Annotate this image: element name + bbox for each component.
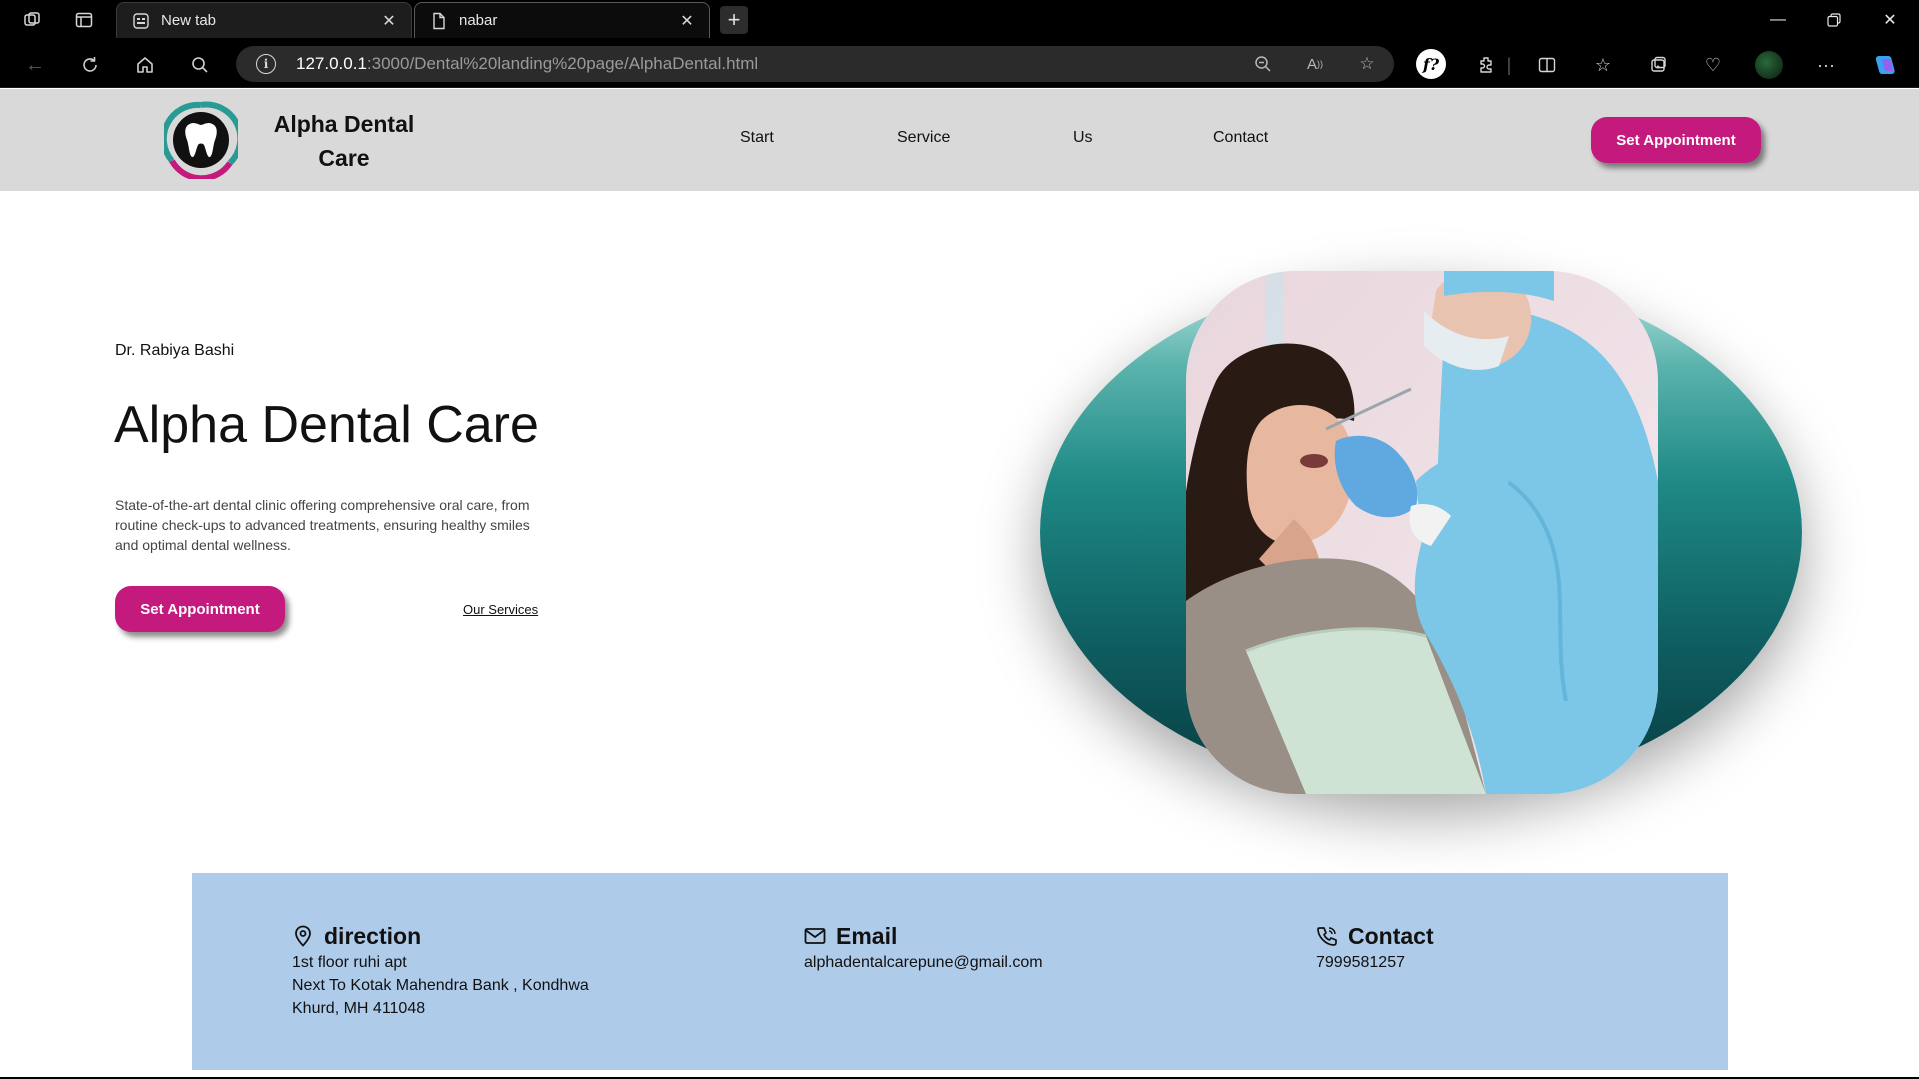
url-text[interactable]: 127.0.0.1:3000/Dental%20landing%20page/A… (296, 54, 758, 74)
favorite-star-icon[interactable]: ☆ (1356, 53, 1378, 75)
hero-title: Alpha Dental Care (114, 396, 539, 454)
phone-icon (1316, 925, 1338, 947)
doctor-name: Dr. Rabiya Bashi (115, 342, 235, 359)
more-options-icon[interactable]: ··· (1813, 52, 1839, 78)
zoom-out-icon[interactable] (1252, 53, 1274, 75)
back-icon[interactable]: ← (20, 50, 50, 80)
address-line-3: Khurd, MH 411048 (292, 1000, 426, 1017)
envelope-icon (804, 925, 826, 947)
restore-icon[interactable] (1806, 0, 1862, 40)
site-info-icon[interactable]: i (256, 54, 276, 74)
brand-name: Alpha Dental Care (273, 111, 415, 171)
site-header: Alpha Dental Care Start Service Us Conta… (0, 89, 1919, 191)
close-icon[interactable]: ✕ (379, 11, 399, 31)
extension-f-icon[interactable]: f? (1416, 49, 1446, 79)
contact-heading: Contact (1348, 922, 1434, 949)
dentist-patient-photo (1186, 271, 1658, 794)
new-tab-button[interactable]: + (720, 6, 748, 34)
read-aloud-icon[interactable]: A)) (1304, 53, 1326, 75)
direction-block: direction 1st floor ruhi apt Next To Kot… (292, 921, 589, 1020)
address-toolbar: ← i 127.0.0.1:3000/Dental%20landing%20pa… (0, 40, 1919, 88)
close-icon[interactable]: ✕ (677, 11, 697, 31)
search-icon[interactable] (185, 50, 215, 80)
extensions-icon[interactable] (1473, 52, 1499, 78)
address-line-2: Next To Kotak Mahendra Bank , Kondhwa (292, 977, 589, 994)
hero-description: State-of-the-art dental clinic offering … (115, 497, 530, 553)
divider: | (1506, 54, 1512, 75)
tab-actions-icon[interactable] (72, 8, 96, 32)
phone-number[interactable]: 7999581257 (1316, 951, 1434, 974)
new-tab-page-icon (131, 11, 151, 31)
refresh-icon[interactable] (75, 50, 105, 80)
hero-image-frame (1040, 271, 1802, 794)
workspaces-icon[interactable] (20, 8, 44, 32)
email-heading: Email (836, 922, 898, 949)
set-appointment-button[interactable]: Set Appointment (1591, 117, 1761, 163)
browser-tab-strip: New tab ✕ nabar ✕ + — ✕ (0, 0, 1919, 40)
browser-essentials-icon[interactable]: ♡ (1700, 52, 1726, 78)
nav-link-start[interactable]: Start (740, 129, 774, 147)
email-address[interactable]: alphadentalcarepune@gmail.com (804, 951, 1043, 974)
tab-title: nabar (459, 12, 498, 29)
email-block: Email alphadentalcarepune@gmail.com (804, 921, 1043, 974)
favorites-icon[interactable]: ☆ (1590, 52, 1616, 78)
split-screen-icon[interactable] (1534, 52, 1560, 78)
tooth-logo[interactable] (160, 101, 244, 182)
tab-title: New tab (161, 12, 217, 29)
contact-info-band: direction 1st floor ruhi apt Next To Kot… (192, 873, 1728, 1070)
home-icon[interactable] (130, 50, 160, 80)
tab-new-tab[interactable]: New tab ✕ (116, 2, 412, 38)
nav-link-us[interactable]: Us (1073, 129, 1093, 147)
copilot-icon[interactable] (1872, 52, 1898, 78)
profile-avatar[interactable] (1755, 51, 1783, 79)
hero-set-appointment-button[interactable]: Set Appointment (115, 586, 285, 632)
window-close-icon[interactable]: ✕ (1862, 0, 1918, 40)
collections-icon[interactable] (1645, 52, 1671, 78)
address-line-1: 1st floor ruhi apt (292, 954, 407, 971)
location-pin-icon (292, 925, 314, 947)
address-bar[interactable]: i 127.0.0.1:3000/Dental%20landing%20page… (236, 46, 1394, 82)
tab-nabar[interactable]: nabar ✕ (414, 2, 710, 38)
nav-link-service[interactable]: Service (897, 129, 950, 147)
direction-heading: direction (324, 922, 422, 949)
our-services-link[interactable]: Our Services (463, 602, 538, 617)
contact-block: Contact 7999581257 (1316, 921, 1434, 974)
document-icon (429, 11, 449, 31)
minimize-icon[interactable]: — (1750, 0, 1806, 40)
nav-link-contact[interactable]: Contact (1213, 129, 1268, 147)
